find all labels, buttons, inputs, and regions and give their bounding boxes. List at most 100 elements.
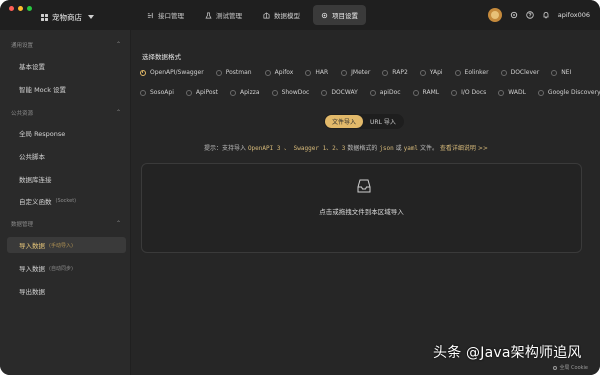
format-option-label: apiDoc [379, 89, 401, 96]
format-option[interactable]: Postman [215, 69, 252, 76]
minimize-window-button[interactable] [18, 6, 23, 11]
tab-label: 项目设置 [332, 12, 358, 20]
file-import-tab[interactable]: 文件导入 [325, 115, 364, 128]
team-avatar[interactable] [487, 8, 502, 22]
api-icon [147, 12, 153, 18]
format-option[interactable]: NEI [551, 69, 571, 76]
format-option-label: Postman [225, 69, 252, 76]
chevron-up-icon: ⌃ [115, 41, 121, 48]
sidebar-item-export-data[interactable]: 导出数据 [7, 283, 126, 299]
format-option[interactable]: Google Discovery [537, 89, 600, 96]
hint-prefix: 提示：支持导入 [204, 145, 247, 152]
sidebar-item-custom-functions[interactable]: 自定义函数 (Socket) [7, 193, 126, 209]
format-option[interactable]: OpenAPI/Swagger [140, 69, 204, 76]
format-option-label: WADL [508, 89, 526, 96]
radio-circle-icon [419, 69, 426, 76]
format-option[interactable]: JMeter [341, 69, 370, 76]
radio-circle-icon [215, 69, 222, 76]
sidebar-item-label: 公共脚本 [19, 153, 45, 161]
sidebar-item-mock-settings[interactable]: 智能 Mock 设置 [7, 81, 126, 97]
format-options-row-1: OpenAPI/Swagger Postman Apifox HAR JMeter RAP… [140, 69, 571, 76]
sidebar-item-public-scripts[interactable]: 公共脚本 [7, 148, 126, 164]
sidebar-item-sublabel: (手动导入) [49, 242, 73, 249]
format-option-label: Google Discovery [547, 89, 600, 96]
details-link[interactable]: 查看详细说明 >> [440, 145, 488, 152]
format-option[interactable]: ApiPost [185, 89, 218, 96]
sidebar-item-basic-settings[interactable]: 基本设置 [7, 58, 126, 74]
top-bar: 宠物商店 接口管理 测试管理 数据模型 项目设置 apifox006 [0, 0, 600, 30]
tab-api-management[interactable]: 接口管理 [139, 5, 192, 25]
file-drop-zone[interactable]: 点击或拖拽文件到本区域导入 [141, 163, 582, 253]
url-import-tab[interactable]: URL 导入 [363, 115, 403, 128]
format-option-label: Apifox [274, 69, 294, 76]
format-option[interactable]: I/O Docs [451, 89, 486, 96]
sidebar-item-sublabel: (自动同步) [49, 265, 73, 272]
main-panel: 选择数据格式 OpenAPI/Swagger Postman Apifox HAR JM… [131, 30, 600, 375]
radio-circle-icon [451, 89, 458, 96]
project-name: 宠物商店 [52, 12, 82, 22]
format-option[interactable]: WADL [498, 89, 526, 96]
radio-circle-icon [230, 89, 236, 96]
radio-circle-icon [551, 69, 558, 76]
format-option-label: SosoApi [150, 89, 174, 96]
hint-suffix: 文件。 [419, 145, 438, 152]
sidebar-section-public-resources[interactable]: 公共资源 ⌃ [11, 109, 121, 117]
radio-circle-icon [140, 89, 146, 96]
format-option-label: ShowDoc [281, 89, 310, 96]
sidebar: 通用设置 ⌃ 基本设置 智能 Mock 设置 公共资源 ⌃ 全局 Respons… [0, 30, 131, 375]
format-option[interactable]: ShowDoc [271, 89, 310, 96]
chevron-up-icon: ⌃ [115, 220, 121, 227]
tab-data-models[interactable]: 数据模型 [255, 5, 308, 25]
bell-icon[interactable] [542, 11, 550, 19]
zoom-window-button[interactable] [27, 6, 32, 11]
format-option[interactable]: DOCWAY [321, 89, 358, 96]
tab-test-management[interactable]: 测试管理 [197, 5, 250, 25]
flask-icon [205, 12, 212, 18]
global-cookie-button[interactable]: 全局 Cookie [553, 364, 588, 371]
top-tabs: 接口管理 测试管理 数据模型 项目设置 [139, 5, 366, 25]
help-icon[interactable] [526, 11, 534, 19]
sidebar-item-label: 数据库连接 [19, 176, 52, 184]
format-option[interactable]: Apizza [230, 89, 260, 96]
chevron-down-icon [88, 15, 94, 19]
sidebar-item-import-auto-sync[interactable]: 导入数据 (自动同步) [7, 260, 126, 276]
sidebar-item-label: 智能 Mock 设置 [19, 86, 67, 94]
model-icon [263, 11, 270, 18]
project-switcher[interactable]: 宠物商店 [41, 10, 94, 24]
format-option[interactable]: HAR [305, 69, 328, 76]
sidebar-section-general[interactable]: 通用设置 ⌃ [11, 41, 121, 49]
format-option[interactable]: RAML [412, 89, 440, 96]
section-heading: 选择数据格式 [142, 53, 181, 61]
section-label: 通用设置 [11, 43, 34, 49]
format-option-label: DOCWAY [331, 89, 358, 96]
format-option[interactable]: YApi [419, 69, 443, 76]
format-option[interactable]: Apifox [264, 69, 294, 76]
sidebar-item-label: 基本设置 [19, 63, 45, 71]
radio-circle-icon [454, 69, 461, 76]
format-option[interactable]: DOClever [500, 69, 539, 76]
settings-icon[interactable] [510, 11, 518, 19]
radio-circle-icon [140, 69, 146, 76]
tab-label: 测试管理 [216, 12, 242, 20]
hint-formats: OpenAPI 3 、 Swagger 1、2、3 [247, 145, 346, 152]
gear-icon [321, 12, 328, 18]
sidebar-item-global-response[interactable]: 全局 Response [7, 125, 126, 141]
format-option[interactable]: Eolinker [454, 69, 489, 76]
format-option-label: RAML [422, 89, 440, 96]
format-option[interactable]: RAP2 [382, 69, 408, 76]
format-option[interactable]: SosoApi [140, 89, 174, 96]
sidebar-item-database-connection[interactable]: 数据库连接 [7, 171, 126, 187]
format-option-label: Apizza [240, 89, 260, 96]
format-option[interactable]: apiDoc [369, 89, 401, 96]
sidebar-section-data-management[interactable]: 数据管理 ⌃ [11, 220, 121, 228]
username[interactable]: apifox006 [558, 11, 590, 19]
sidebar-item-label: 自定义函数 [19, 198, 52, 206]
section-label: 公共资源 [11, 111, 34, 117]
tab-project-settings[interactable]: 项目设置 [313, 5, 366, 25]
format-option-label: HAR [315, 69, 329, 76]
radio-circle-icon [500, 69, 507, 76]
window-controls [9, 6, 32, 11]
close-window-button[interactable] [9, 6, 14, 11]
format-option-label: YApi [429, 69, 443, 76]
sidebar-item-import-manual[interactable]: 导入数据 (手动导入) [7, 237, 126, 253]
